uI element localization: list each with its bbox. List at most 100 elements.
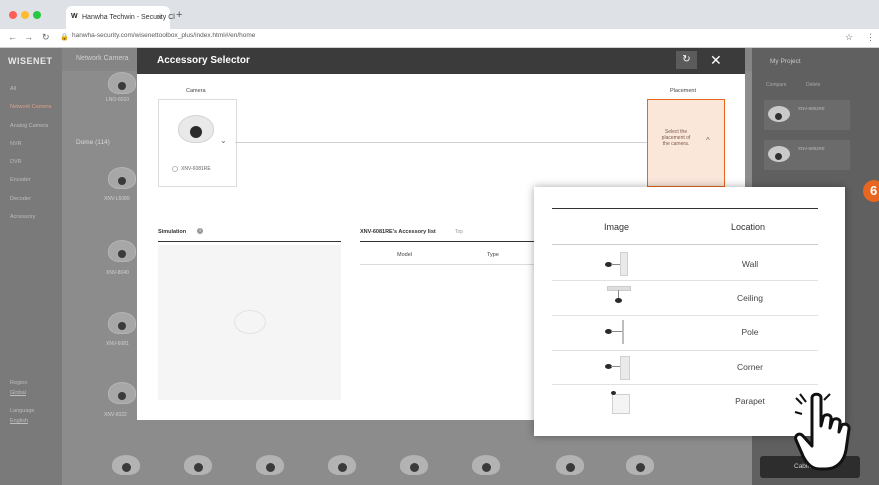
close-icon[interactable]: ✕: [710, 52, 722, 69]
back-icon[interactable]: ←: [8, 32, 17, 42]
language-label: Language: [10, 408, 35, 414]
step-badge: 6: [863, 180, 879, 202]
simulation-title: Simulation: [158, 229, 187, 235]
mount-arm-icon: [611, 264, 620, 265]
product-thumbnail[interactable]: [108, 72, 136, 94]
camera-ghost-icon: [234, 310, 266, 334]
window-close-icon[interactable]: [9, 11, 17, 19]
site-favicon-icon: W: [71, 13, 78, 20]
browser-menu-icon[interactable]: ⋮: [866, 32, 875, 43]
column-header-image: Image: [604, 222, 630, 232]
radio-icon: [172, 166, 178, 172]
divider: [360, 264, 540, 265]
delete-button[interactable]: Delete: [806, 82, 820, 88]
window-minimize-icon[interactable]: [21, 11, 29, 19]
location-label: Wall: [741, 259, 759, 269]
info-icon[interactable]: i: [197, 228, 203, 234]
location-label: Parapet: [735, 396, 765, 406]
region-select[interactable]: Global: [10, 390, 26, 396]
product-thumbnail[interactable]: [472, 455, 500, 475]
bookmark-star-icon[interactable]: ☆: [845, 32, 853, 43]
new-tab-button[interactable]: +: [176, 9, 182, 21]
refresh-icon[interactable]: ↻: [676, 51, 697, 69]
connector-line: [235, 142, 648, 143]
sidebar-item-accessory[interactable]: Accessory: [10, 214, 35, 220]
project-item-name: XNV-6081RE: [798, 146, 825, 151]
camera-model: XNV-6081RE: [181, 166, 211, 172]
product-thumbnail[interactable]: [400, 455, 428, 475]
tab-close-icon[interactable]: ×: [157, 13, 162, 22]
sidebar-item-encoder[interactable]: Encoder: [10, 177, 31, 183]
sidebar-item-network-camera[interactable]: Network Camera: [10, 104, 51, 110]
product-thumbnail[interactable]: [108, 382, 136, 404]
reload-icon[interactable]: ↻: [42, 32, 50, 43]
accessory-list-count: Top: [455, 229, 464, 235]
placement-column-label: Placement: [670, 88, 696, 94]
sidebar-item-analog-camera[interactable]: Analog Camera: [10, 123, 48, 129]
parapet-mount-icon: [612, 394, 630, 414]
divider: [158, 241, 341, 242]
language-select[interactable]: English: [10, 418, 28, 424]
mount-arm-icon: [611, 366, 620, 367]
modal-title: Accessory Selector: [157, 55, 250, 66]
product-thumbnail[interactable]: [112, 455, 140, 475]
product-thumbnail[interactable]: [328, 455, 356, 475]
camera-icon: [768, 146, 790, 162]
chevron-up-icon[interactable]: ^: [706, 136, 710, 145]
sidebar-item-dvr[interactable]: DVR: [10, 159, 22, 165]
product-thumbnail[interactable]: [108, 167, 136, 189]
sidebar-item-all[interactable]: All: [10, 86, 16, 92]
ceiling-mount-icon: [607, 286, 631, 291]
pole-mount-icon: [622, 320, 624, 344]
product-thumbnail[interactable]: [108, 240, 136, 262]
camera-icon: [611, 391, 616, 395]
project-item[interactable]: XNV-8081RE: [764, 100, 850, 130]
camera-icon: [768, 106, 790, 122]
chevron-down-icon[interactable]: ⌄: [220, 136, 227, 145]
dome-camera-icon: [178, 115, 214, 143]
product-name: XNV-6022: [104, 412, 127, 418]
compare-button[interactable]: Compare: [766, 82, 787, 88]
column-header-model: Model: [397, 252, 412, 258]
browser-tab[interactable]: W Hanwha Techwin - Security Cl ×: [66, 6, 175, 29]
divider: [552, 208, 818, 209]
pointer-hand-icon: [794, 392, 851, 471]
sidebar-item-nvr[interactable]: NVR: [10, 141, 22, 147]
product-thumbnail[interactable]: [556, 455, 584, 475]
column-header-location: Location: [731, 222, 766, 232]
camera-column-label: Camera: [186, 88, 206, 94]
top-nav-network-camera[interactable]: Network Camera: [76, 55, 129, 62]
corner-mount-icon: [620, 356, 630, 380]
product-name: XNV-6081: [106, 341, 129, 347]
forward-icon[interactable]: →: [24, 32, 33, 42]
divider: [360, 241, 540, 242]
url-text[interactable]: hanwha-security.com/wisenettoolbox_plus/…: [72, 32, 255, 39]
project-title: My Project: [770, 58, 801, 65]
product-thumbnail[interactable]: [626, 455, 654, 475]
sidebar-item-decoder[interactable]: Decoder: [10, 196, 31, 202]
mount-arm-icon: [611, 331, 622, 332]
camera-icon: [615, 298, 622, 303]
project-item-name: XNV-8081RE: [798, 106, 825, 111]
product-name: XNV-L6080: [104, 196, 130, 202]
product-name: XNV-8040: [106, 270, 129, 276]
accessory-list-title: XNV-6081RE's Accessory list: [360, 229, 436, 235]
wall-mount-icon: [620, 252, 628, 276]
placement-prompt: Select the placement of the camera.: [661, 129, 691, 147]
step-badge-number: 6: [870, 183, 878, 198]
location-label: Ceiling: [737, 293, 763, 303]
window-maximize-icon[interactable]: [33, 11, 41, 19]
project-item[interactable]: XNV-6081RE: [764, 140, 850, 170]
location-label: Pole: [741, 327, 759, 337]
product-thumbnail[interactable]: [108, 312, 136, 334]
category-label: Dome (114): [76, 139, 110, 146]
app-logo: WISENET: [8, 56, 53, 66]
mount-arm-icon: [618, 290, 619, 298]
product-thumbnail[interactable]: [256, 455, 284, 475]
region-label: Region: [10, 380, 28, 386]
column-header-type: Type: [487, 252, 499, 258]
lock-icon: 🔒: [60, 34, 69, 41]
product-name: LNO-6010: [106, 97, 130, 103]
location-label: Corner: [737, 362, 763, 372]
product-thumbnail[interactable]: [184, 455, 212, 475]
